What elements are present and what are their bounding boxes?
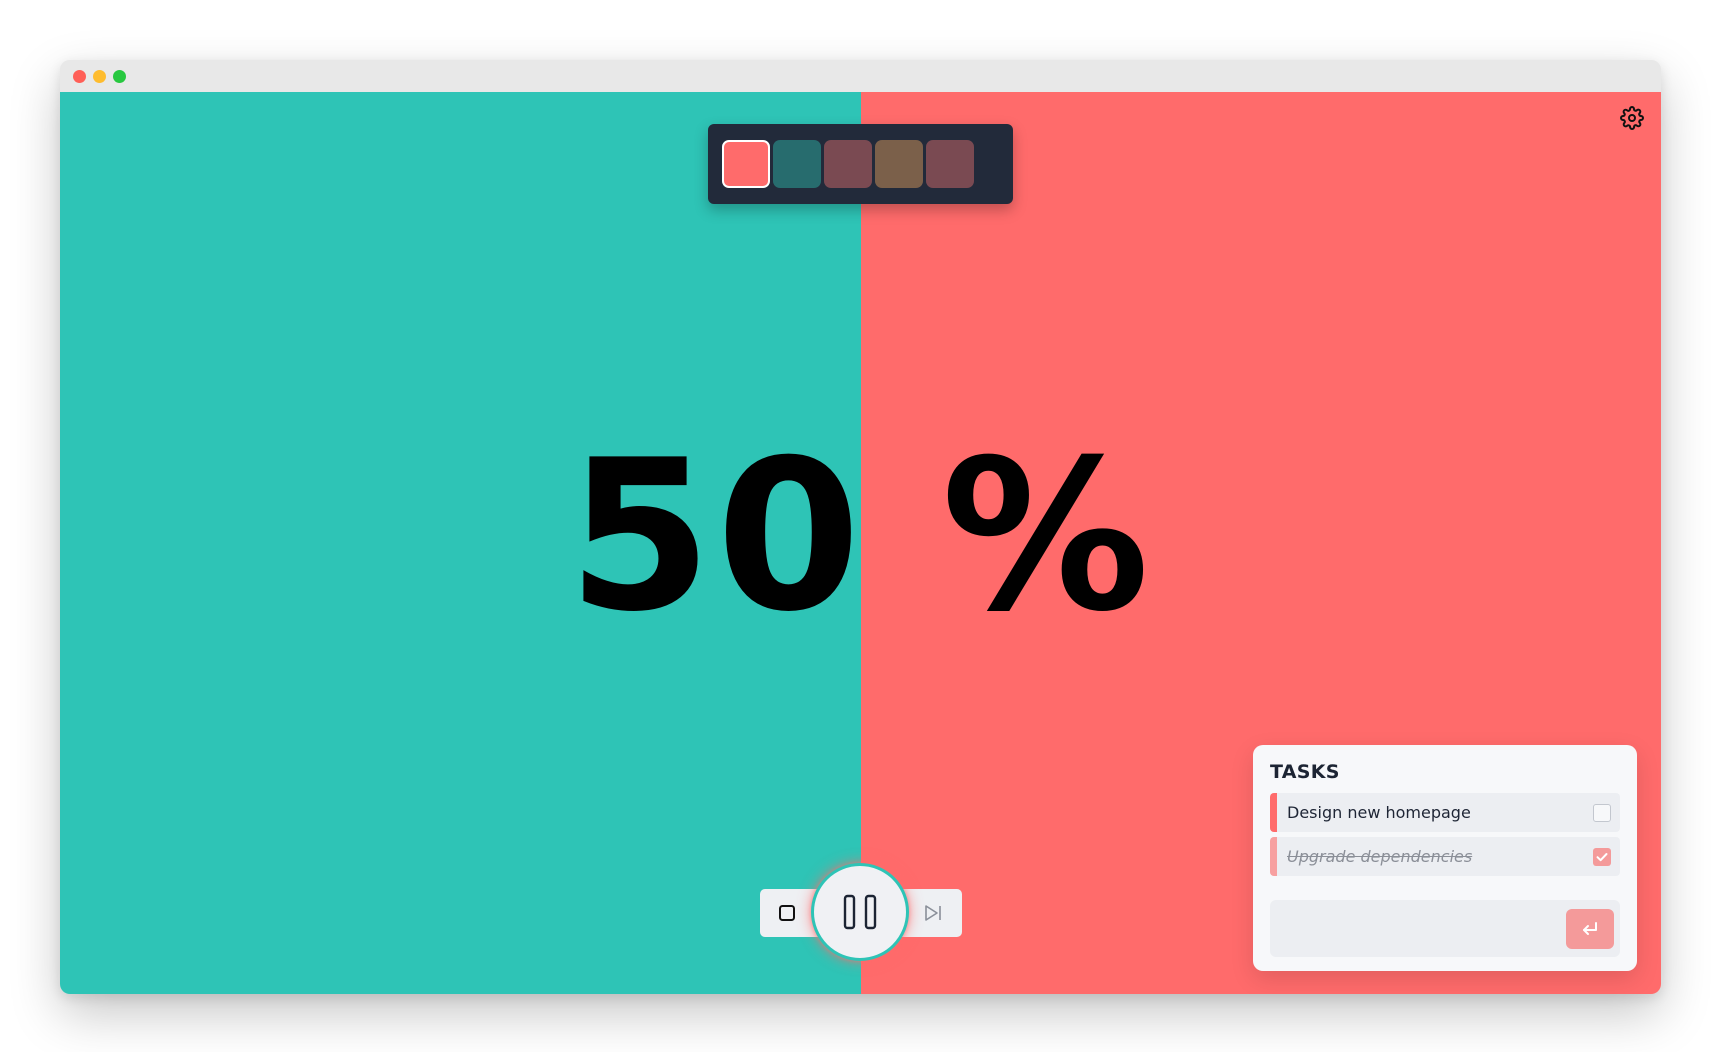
task-accent-bar [1270, 793, 1277, 832]
task-item[interactable]: Design new homepage [1270, 793, 1620, 832]
task-label: Design new homepage [1287, 803, 1471, 822]
add-task-button[interactable] [1566, 909, 1614, 949]
task-accent-bar [1270, 837, 1277, 876]
app-window: 50 % TASKS Design new homepage Upgrade d… [60, 60, 1661, 994]
color-swatch[interactable] [875, 140, 923, 188]
task-item[interactable]: Upgrade dependencies [1270, 837, 1620, 876]
tasks-title: TASKS [1270, 761, 1340, 783]
color-swatch[interactable] [824, 140, 872, 188]
skip-next-icon[interactable] [922, 902, 944, 924]
pause-icon [842, 894, 878, 930]
progress-percentage: 50 % [567, 416, 1154, 658]
tasks-panel: TASKS Design new homepage Upgrade depend… [1253, 745, 1637, 971]
title-bar [60, 60, 1661, 92]
color-swatch[interactable] [773, 140, 821, 188]
stop-icon[interactable] [778, 904, 796, 922]
close-window-button[interactable] [73, 70, 86, 83]
minimize-window-button[interactable] [93, 70, 106, 83]
maximize-window-button[interactable] [113, 70, 126, 83]
enter-icon [1583, 922, 1597, 935]
color-theme-picker [708, 124, 1013, 204]
check-icon [1596, 853, 1608, 862]
task-checkbox[interactable] [1593, 804, 1611, 822]
new-task-input[interactable] [1280, 910, 1546, 949]
gear-icon[interactable] [1620, 106, 1644, 130]
playback-controls [760, 863, 962, 961]
task-checkbox[interactable] [1593, 848, 1611, 866]
color-swatch[interactable] [722, 140, 770, 188]
task-label: Upgrade dependencies [1287, 847, 1473, 866]
pause-button[interactable] [811, 863, 909, 961]
timer-app: 50 % TASKS Design new homepage Upgrade d… [60, 92, 1661, 994]
new-task-field [1270, 900, 1620, 957]
color-swatch[interactable] [926, 140, 974, 188]
